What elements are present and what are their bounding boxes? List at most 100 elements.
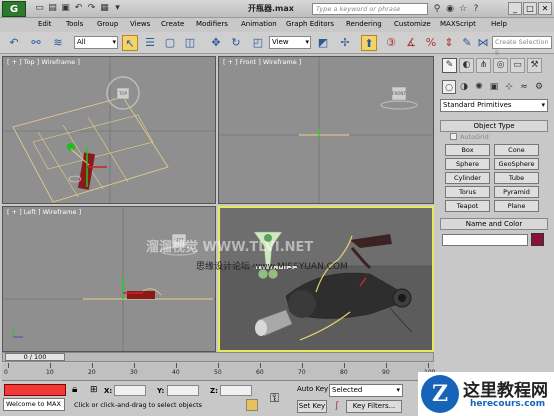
y-coordinate-field[interactable]	[167, 385, 199, 396]
object-name-input[interactable]	[442, 234, 528, 246]
maxscript-listener-bar[interactable]	[4, 384, 66, 396]
viewport-perspective[interactable]	[218, 206, 434, 352]
display-tab-icon[interactable]: ▭	[510, 58, 525, 73]
motion-tab-icon[interactable]: ◎	[493, 58, 508, 73]
search-icon[interactable]: ⚲	[431, 3, 443, 15]
create-tab-icon[interactable]: ✎	[442, 58, 457, 73]
selection-filter-dropdown[interactable]: All	[74, 36, 118, 49]
key-filters-button[interactable]: Key Filters...	[346, 400, 402, 413]
spinner-snap-icon[interactable]: ⇕	[441, 35, 457, 51]
select-manipulate-icon[interactable]: ✢	[337, 35, 353, 51]
new-file-icon[interactable]: ▭	[34, 3, 45, 14]
menu-views[interactable]: Views	[130, 20, 150, 28]
autogrid-checkbox[interactable]	[450, 133, 457, 140]
geosphere-button[interactable]: GeoSphere	[494, 158, 539, 170]
redo-icon[interactable]: ↷	[86, 3, 97, 14]
select-and-move-icon[interactable]: ✥	[208, 35, 224, 51]
pyramid-button[interactable]: Pyramid	[494, 186, 539, 198]
undo-icon[interactable]: ↶	[73, 3, 84, 14]
named-selection-set-input[interactable]: Create Selection S	[492, 36, 552, 57]
shapes-icon[interactable]: ◑	[457, 80, 471, 94]
rectangular-selection-icon[interactable]: ▢	[162, 35, 178, 51]
helpers-icon[interactable]: ⊹	[502, 80, 516, 94]
menu-customize[interactable]: Customize	[394, 20, 431, 28]
close-button[interactable]: ✕	[538, 2, 552, 15]
menu-animation[interactable]: Animation	[241, 20, 277, 28]
menu-edit[interactable]: Edit	[38, 20, 52, 28]
angle-snap-icon[interactable]: ∡	[403, 35, 419, 51]
window-crossing-icon[interactable]: ◫	[182, 35, 198, 51]
select-object-icon[interactable]: ↖	[122, 35, 138, 51]
mirror-icon[interactable]: ⋈	[475, 35, 491, 51]
viewport-left-label[interactable]: [ + ] Left ] Wireframe ]	[7, 208, 81, 216]
viewport-top-label[interactable]: [ + ] Top ] Wireframe ]	[7, 58, 80, 66]
snaps-toggle-icon[interactable]: ③	[383, 35, 399, 51]
maxscript-mini-listener[interactable]: Welcome to MAX	[3, 398, 65, 411]
viewport-top[interactable]: TOP [ + ] Top ] Wireframe ]	[2, 56, 216, 204]
menu-create[interactable]: Create	[161, 20, 184, 28]
quick-access-dropdown-icon[interactable]: ▾	[112, 3, 123, 14]
x-coordinate-field[interactable]	[114, 385, 146, 396]
systems-icon[interactable]: ⚙	[532, 80, 546, 94]
set-key-mode-icon[interactable]: ⚿	[270, 391, 279, 406]
object-type-rollout[interactable]: Object Type	[440, 120, 548, 132]
teapot-button[interactable]: Teapot	[445, 200, 490, 212]
set-key-button[interactable]: Set Key	[297, 400, 327, 413]
sphere-button[interactable]: Sphere	[445, 158, 490, 170]
keyboard-shortcut-override-icon[interactable]: ⬆	[361, 35, 377, 51]
box-button[interactable]: Box	[445, 144, 490, 156]
adaptive-degradation-icon[interactable]	[246, 399, 258, 411]
cone-button[interactable]: Cone	[494, 144, 539, 156]
menu-modifiers[interactable]: Modifiers	[196, 20, 228, 28]
space-warps-icon[interactable]: ≈	[517, 80, 531, 94]
percent-snap-icon[interactable]: %	[423, 35, 439, 51]
object-color-swatch[interactable]	[531, 233, 544, 246]
bind-space-warp-icon[interactable]: ≋	[50, 35, 66, 51]
key-selection-dropdown[interactable]: Selected	[329, 384, 403, 397]
time-slider-thumb[interactable]: 0 / 100	[5, 353, 65, 361]
minimize-button[interactable]: _	[508, 2, 522, 15]
menu-graph-editors[interactable]: Graph Editors	[286, 20, 334, 28]
viewport-front[interactable]: FRONT [ + ] Front ] Wireframe ]	[218, 56, 434, 204]
selection-lock-icon[interactable]: 🔒︎	[72, 384, 77, 395]
object-category-dropdown[interactable]: Standard Primitives	[440, 99, 548, 112]
edit-named-selection-icon[interactable]: ✎	[459, 35, 475, 51]
menu-group[interactable]: Group	[97, 20, 118, 28]
hierarchy-tab-icon[interactable]: ⋔	[476, 58, 491, 73]
z-coordinate-field[interactable]	[220, 385, 252, 396]
pivot-center-icon[interactable]: ◩	[315, 35, 331, 51]
viewport-front-label[interactable]: [ + ] Front ] Wireframe ]	[223, 58, 301, 66]
auto-key-button[interactable]: Auto Key	[297, 385, 328, 393]
viewport-left[interactable]: LEFT [ + ] Left ] Wireframe ]	[2, 206, 216, 352]
search-input[interactable]: Type a keyword or phrase	[312, 3, 428, 15]
maximize-button[interactable]: □	[523, 2, 537, 15]
modify-tab-icon[interactable]: ◐	[459, 58, 474, 73]
open-file-icon[interactable]: ▤	[47, 3, 58, 14]
project-folder-icon[interactable]: ▦	[99, 3, 110, 14]
menu-help[interactable]: Help	[491, 20, 507, 28]
select-and-scale-icon[interactable]: ◰	[250, 35, 266, 51]
menu-tools[interactable]: Tools	[66, 20, 83, 28]
menu-rendering[interactable]: Rendering	[346, 20, 382, 28]
name-and-color-rollout[interactable]: Name and Color	[440, 218, 548, 230]
utilities-tab-icon[interactable]: ⚒	[527, 58, 542, 73]
plane-button[interactable]: Plane	[494, 200, 539, 212]
lights-icon[interactable]: ✺	[472, 80, 486, 94]
timeline-track[interactable]: 0102030405060708090100	[2, 363, 435, 381]
select-and-link-icon[interactable]: ⚯	[28, 35, 44, 51]
cameras-icon[interactable]: ▣	[487, 80, 501, 94]
time-slider[interactable]: 0 / 100	[2, 352, 434, 362]
info-center-icon[interactable]: ◉	[444, 3, 456, 15]
absolute-mode-icon[interactable]: ⊞	[90, 385, 98, 395]
app-logo-icon[interactable]: G	[2, 1, 26, 17]
default-in-out-tangents-icon[interactable]: ʃ	[331, 400, 343, 412]
torus-button[interactable]: Torus	[445, 186, 490, 198]
geometry-icon[interactable]: ○	[442, 80, 456, 94]
reference-coordinate-dropdown[interactable]: View	[269, 36, 311, 49]
menu-maxscript[interactable]: MAXScript	[440, 20, 476, 28]
help-icon[interactable]: ?	[470, 3, 482, 15]
select-and-rotate-icon[interactable]: ↻	[228, 35, 244, 51]
undo-toolbar-icon[interactable]: ↶	[6, 35, 22, 51]
select-by-name-icon[interactable]: ☰	[142, 35, 158, 51]
cylinder-button[interactable]: Cylinder	[445, 172, 490, 184]
